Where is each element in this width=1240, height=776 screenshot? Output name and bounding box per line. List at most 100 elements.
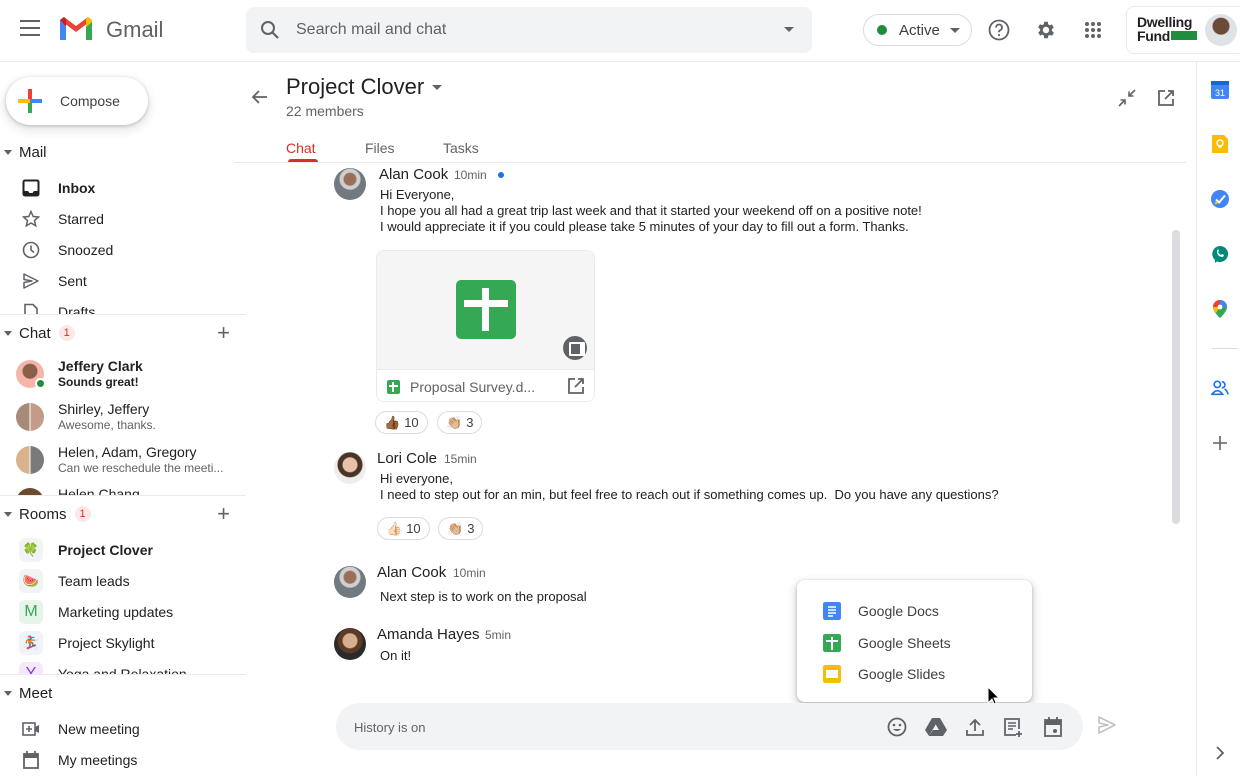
minimize-icon[interactable] bbox=[1118, 89, 1136, 107]
calendar-app-button[interactable]: 31 bbox=[1211, 81, 1229, 99]
rail-divider bbox=[1212, 348, 1238, 349]
gmail-logo[interactable] bbox=[58, 16, 94, 42]
tab-chat[interactable]: Chat bbox=[286, 140, 316, 156]
section-divider bbox=[0, 674, 246, 675]
sidebar-item-sent[interactable]: Sent bbox=[0, 265, 246, 296]
section-mail-label: Mail bbox=[19, 143, 47, 161]
back-arrow-icon[interactable] bbox=[251, 88, 269, 106]
status-selector[interactable]: Active bbox=[863, 14, 972, 46]
message-author[interactable]: Alan Cook bbox=[379, 166, 448, 183]
upload-button[interactable] bbox=[963, 715, 987, 739]
compose-button[interactable]: Compose bbox=[6, 77, 148, 125]
status-dot bbox=[877, 25, 887, 35]
schedule-event-button[interactable] bbox=[1041, 715, 1065, 739]
avatar[interactable] bbox=[334, 628, 366, 660]
settings-button[interactable] bbox=[1026, 10, 1066, 50]
message-author[interactable]: Amanda Hayes bbox=[377, 626, 480, 643]
menu-item-google-sheets[interactable]: Google Sheets bbox=[797, 627, 1032, 658]
menu-icon[interactable] bbox=[20, 20, 40, 36]
section-rooms-header[interactable]: Rooms 1 + bbox=[0, 499, 246, 529]
chat-item[interactable]: Shirley, Jeffery Awesome, thanks. bbox=[0, 397, 246, 440]
room-item-marketing-updates[interactable]: M Marketing updates bbox=[0, 596, 246, 627]
section-mail-header[interactable]: Mail bbox=[0, 137, 246, 167]
menu-item-google-docs[interactable]: Google Docs bbox=[797, 595, 1032, 626]
search-input[interactable] bbox=[296, 19, 756, 41]
chevron-down-icon[interactable] bbox=[432, 85, 442, 90]
google-hangouts-icon bbox=[1212, 245, 1229, 263]
attachment-filename[interactable]: Proposal Survey.d... bbox=[410, 379, 535, 395]
expand-panel-button[interactable] bbox=[1211, 744, 1229, 762]
room-item-team-leads[interactable]: 🍉 Team leads bbox=[0, 565, 246, 596]
chat-app-button[interactable] bbox=[1211, 245, 1229, 263]
send-icon[interactable] bbox=[1097, 715, 1117, 735]
menu-item-google-slides[interactable]: Google Slides bbox=[797, 658, 1032, 689]
message-text: Hi Everyone, bbox=[380, 187, 455, 202]
message-time: 10min bbox=[453, 566, 486, 580]
reaction-clap[interactable]: 👏🏼 3 bbox=[437, 411, 483, 434]
avatar[interactable] bbox=[334, 168, 366, 200]
reaction-thumbs-up[interactable]: 👍🏾 10 bbox=[375, 411, 428, 434]
contacts-app-button[interactable] bbox=[1211, 379, 1229, 397]
avatar[interactable] bbox=[334, 566, 366, 598]
inbox-icon bbox=[22, 179, 40, 197]
room-item-yoga[interactable]: Y Yoga and Relaxation bbox=[0, 658, 246, 674]
sidebar-item-starred[interactable]: Starred bbox=[0, 203, 246, 234]
account-avatar bbox=[1205, 14, 1237, 46]
chat-item[interactable]: Jeffery Clark Sounds great! bbox=[0, 354, 246, 397]
message-input[interactable] bbox=[354, 717, 834, 737]
sidebar-item-inbox[interactable]: Inbox bbox=[0, 172, 246, 203]
message-author[interactable]: Lori Cole bbox=[377, 450, 437, 467]
scrollbar[interactable] bbox=[1172, 230, 1180, 524]
message-text: Hi everyone, bbox=[380, 471, 453, 486]
tab-files[interactable]: Files bbox=[365, 140, 395, 156]
drive-button[interactable] bbox=[924, 715, 948, 739]
account-button[interactable]: Dwelling Fund bbox=[1126, 6, 1240, 54]
room-item-project-clover[interactable]: 🍀 Project Clover bbox=[0, 534, 246, 565]
sidebar-item-new-meeting[interactable]: New meeting bbox=[0, 713, 246, 744]
chat-item[interactable]: Helen, Adam, Gregory Can we reschedule t… bbox=[0, 440, 246, 483]
section-divider bbox=[0, 495, 246, 496]
tasks-app-button[interactable] bbox=[1211, 190, 1229, 208]
maps-app-button[interactable] bbox=[1211, 300, 1229, 318]
open-external-icon[interactable] bbox=[567, 377, 585, 395]
section-rooms-label: Rooms bbox=[19, 505, 67, 523]
message-author[interactable]: Alan Cook bbox=[377, 564, 446, 581]
open-in-new-window-icon[interactable] bbox=[1157, 89, 1175, 107]
google-maps-icon bbox=[1213, 300, 1227, 318]
reaction-thumbs-up[interactable]: 👍🏻 10 bbox=[377, 517, 430, 540]
emoji-button[interactable] bbox=[885, 715, 909, 739]
reaction-clap[interactable]: 👏🏼 3 bbox=[438, 517, 484, 540]
attachment-preview[interactable] bbox=[377, 251, 594, 369]
member-count[interactable]: 22 members bbox=[286, 103, 364, 119]
tab-tasks[interactable]: Tasks bbox=[443, 140, 479, 156]
preview-toggle-icon[interactable] bbox=[563, 336, 587, 360]
add-addon-button[interactable] bbox=[1211, 434, 1229, 452]
search-icon[interactable] bbox=[260, 20, 280, 40]
google-tasks-icon bbox=[1211, 190, 1229, 208]
add-room-button[interactable]: + bbox=[217, 503, 230, 525]
unread-indicator bbox=[498, 172, 504, 178]
room-title[interactable]: Project Clover bbox=[286, 74, 424, 100]
sidebar-item-my-meetings[interactable]: My meetings bbox=[0, 744, 246, 775]
avatar[interactable] bbox=[334, 452, 366, 484]
create-doc-button[interactable] bbox=[1001, 715, 1025, 739]
keep-app-button[interactable] bbox=[1211, 135, 1229, 153]
room-item-project-skylight[interactable]: 🏂 Project Skylight bbox=[0, 627, 246, 658]
chat-item[interactable]: Helen Chang bbox=[0, 482, 246, 495]
google-calendar-icon: 31 bbox=[1211, 81, 1229, 99]
help-button[interactable] bbox=[979, 10, 1019, 50]
search-options-icon[interactable] bbox=[784, 27, 794, 32]
sidebar-item-snoozed[interactable]: Snoozed bbox=[0, 234, 246, 265]
video-add-icon bbox=[22, 720, 40, 738]
apps-button[interactable] bbox=[1073, 10, 1113, 50]
sidebar-item-drafts[interactable]: Drafts bbox=[0, 296, 246, 314]
section-meet-header[interactable]: Meet bbox=[0, 678, 246, 708]
search-box[interactable] bbox=[246, 7, 812, 53]
collapse-icon bbox=[4, 690, 12, 696]
section-chat-header[interactable]: Chat 1 + bbox=[0, 318, 246, 348]
file-attachment-card[interactable]: Proposal Survey.d... bbox=[376, 250, 595, 402]
compose-plus-icon bbox=[18, 89, 42, 113]
add-chat-button[interactable]: + bbox=[217, 322, 230, 344]
message-time: 15min bbox=[444, 452, 477, 466]
section-meet-label: Meet bbox=[19, 684, 53, 702]
